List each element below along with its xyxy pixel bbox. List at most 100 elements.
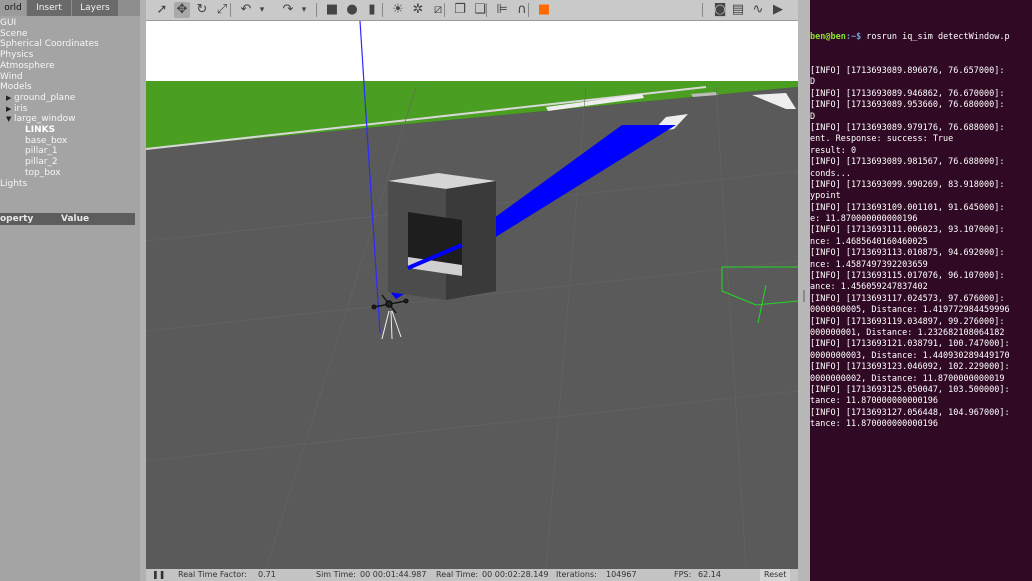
terminal-line: D [810,77,816,88]
tree-item[interactable]: Scene [0,29,27,39]
prompt-command: rosrun iq_sim detectWindow.p [861,31,1010,42]
iterations-label: Iterations: [556,570,597,579]
terminal-line: ypoint [810,191,841,202]
dropdown-icon[interactable]: ▾ [300,2,308,18]
tab-layers[interactable]: Layers [72,0,119,16]
tree-item[interactable]: top_box [25,168,61,178]
tree-item-label: Scene [0,28,28,39]
terminal-line: [INFO] [1713693117.024573, 97.676000]: [810,293,1005,304]
tree-item[interactable]: pillar_2 [25,157,58,167]
scale-icon[interactable]: ⤢ [214,2,230,18]
terminal-line: [INFO] [1713693127.056448, 104.967000]: [810,407,1010,418]
terminal-line: D [810,111,816,122]
toolbar-separator [230,3,231,17]
terminal-line: 0000000002, Distance: 11.8700000000019 [810,373,1005,384]
camera-icon[interactable]: ◙ [712,2,728,18]
dropdown-icon[interactable]: ▾ [258,2,266,18]
tree-item-label: pillar_2 [25,157,58,168]
terminal-line: [INFO] [1713693089.979176, 76.688000]: [810,122,1005,133]
tree-item[interactable]: Atmosphere [0,61,54,71]
fps-value: 62.14 [698,570,721,579]
terminal-line: [INFO] [1713693111.006023, 93.107000]: [810,225,1005,236]
cylinder-shape-icon[interactable]: ▮ [364,2,380,18]
tree-item-label: ground_plane [14,92,76,103]
splitter-grip[interactable] [803,290,805,302]
toolbar-separator [486,3,487,17]
sphere-shape-icon[interactable]: ● [344,2,360,18]
tree-item[interactable]: ▶ ground_plane [6,93,75,103]
tree-item-label: LINKS [25,125,56,135]
terminal-line: [INFO] [1713693115.017076, 96.107000]: [810,271,1005,282]
tree-item[interactable]: GUI [0,18,16,28]
toolbar-separator [702,3,703,17]
terminal-output: ben@ben:~$ rosrun iq_sim detectWindow.p … [810,9,1032,453]
terminal-line: [INFO] [1713693109.001101, 91.645000]: [810,202,1005,213]
tree-item[interactable]: base_box [25,136,67,146]
tree-item[interactable]: LINKS [25,125,55,135]
world-panel: orld Insert Layers GUI Scene Spherical Coo… [0,0,141,581]
tab-world[interactable]: orld [0,0,27,16]
property-column-label: operty [0,214,34,224]
terminal-line: nce: 1.4587497392203659 [810,259,928,270]
terminal-line: 0000000003, Distance: 1.440930289449170 [810,350,1010,361]
video-icon[interactable]: ▶ [770,2,786,18]
tree-item-label: iris [14,103,28,114]
undo-icon[interactable]: ↶ [238,2,254,18]
tree-item[interactable]: pillar_1 [25,146,58,156]
terminal-line: conds... [810,168,851,179]
scene-viewport[interactable] [146,21,798,569]
sim-time-value: 00 00:01:44.987 [360,570,427,579]
sun-light-icon[interactable]: ☀ [390,2,406,18]
plot-icon[interactable]: ∿ [750,2,766,18]
tree-item[interactable]: Spherical Coordinates [0,39,99,49]
tree-item-label: Models [0,82,32,93]
select-arrow-icon[interactable]: ➚ [154,2,170,18]
iterations-value: 104967 [606,570,637,579]
toolbar: ➚ ✥ ↻ ⤢ ↶ ▾ ↷ ▾ ■ ● ▮ ☀ ✲ ⧄ ❐ ❏ ⊫ ∩ ■ ◙ ▤ ∿ ▶ [146,0,798,21]
tree-item[interactable]: ▼ large_window [6,114,75,124]
toolbar-separator [316,3,317,17]
terminal-line: tance: 11.870000000000196 [810,419,938,430]
prompt-user: ben@ben [810,31,846,42]
tree-item[interactable]: Lights [0,179,27,189]
terminal-line: [INFO] [1713693121.038791, 100.747000]: [810,339,1010,350]
tree-item[interactable]: Wind [0,72,23,82]
sky [146,21,798,81]
collapsed-arrow-icon[interactable]: ▶ [6,104,14,114]
toolbar-separator [444,3,445,17]
tree-item-label: Physics [0,50,34,61]
terminal-line: 000000001, Distance: 1.232682108064182 [810,328,1005,338]
terminal-line: ent. Response: success: True [810,134,954,145]
right-splitter[interactable] [798,0,810,581]
terminal-line: [INFO] [1713693099.990269, 83.918000]: [810,179,1005,190]
redo-icon[interactable]: ↷ [280,2,296,18]
point-light-icon[interactable]: ✲ [410,2,426,18]
pause-button[interactable]: ❚❚ [152,569,165,581]
align-icon[interactable]: ⊫ [494,2,510,18]
tree-item-label: large_window [14,114,76,125]
terminal-window[interactable]: ben@ben:~$ rosrun iq_sim detectWindow.p … [810,0,1032,581]
log-icon[interactable]: ▤ [730,2,746,18]
reset-button[interactable]: Reset [760,569,791,581]
translate-icon[interactable]: ✥ [174,2,190,18]
copy-icon[interactable]: ❐ [452,2,468,18]
tree-item[interactable]: ▶ iris [6,104,27,114]
tree-item-label: Atmosphere [0,60,55,71]
tree-item-label: Lights [0,178,28,189]
tab-insert[interactable]: Insert [27,0,72,16]
tree-item[interactable]: Models [0,82,32,92]
toolbar-separator [528,3,529,17]
expanded-arrow-icon[interactable]: ▼ [6,114,14,124]
collapsed-arrow-icon[interactable]: ▶ [6,93,14,103]
value-column-label: Value [61,214,90,224]
tree-item-label: top_box [25,167,61,178]
box-shape-icon[interactable]: ■ [324,2,340,18]
orange-record-icon[interactable]: ■ [536,2,552,18]
real-time-factor-value: 0.71 [258,570,276,579]
terminal-line: e: 11.870000000000196 [810,214,918,225]
terminal-line: [INFO] [1713693089.896076, 76.657000]: [810,66,1005,77]
rotate-icon[interactable]: ↻ [194,2,210,18]
left-tabs: orld Insert Layers [0,0,140,16]
tree-item[interactable]: Physics [0,50,33,60]
terminal-prompt-line: ben@ben:~$ rosrun iq_sim detectWindow.p [810,32,1032,43]
